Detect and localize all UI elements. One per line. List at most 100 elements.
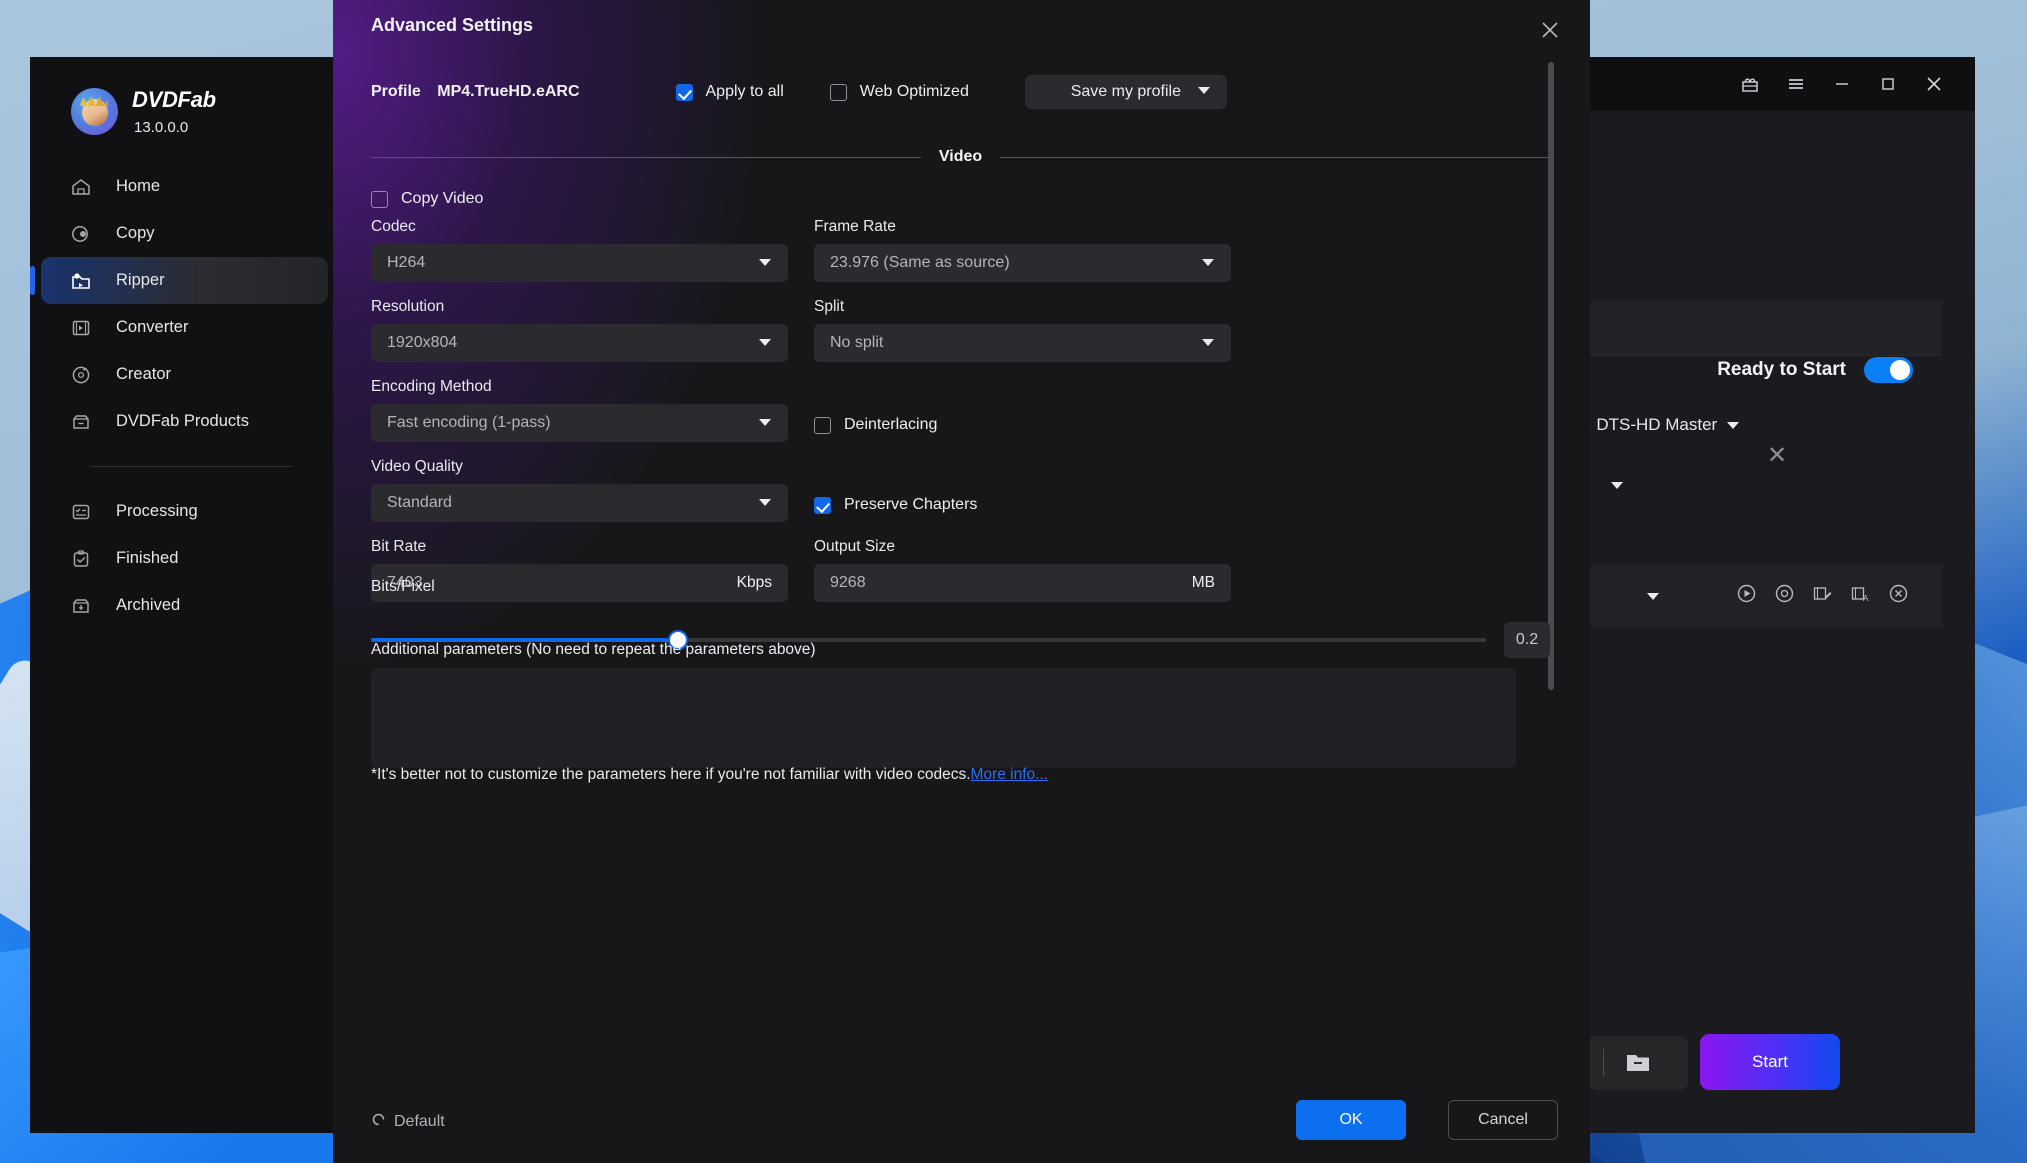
gift-icon[interactable] <box>1727 63 1773 105</box>
section-title: Video <box>938 148 983 165</box>
encoding-method-value: Fast encoding (1-pass) <box>387 414 551 431</box>
audio-track-selector[interactable]: o | DTS-HD Master <box>1573 415 1740 435</box>
sidebar-item-converter[interactable]: Converter <box>41 304 328 351</box>
divider-line <box>1000 156 1550 158</box>
resolution-select[interactable]: 1920x804 <box>371 324 788 362</box>
brand: DVDFab 13.0.0.0 <box>30 57 335 135</box>
preserve-chapters-wrap: Preserve Chapters <box>814 458 1231 522</box>
encoding-method-field: Encoding Method Fast encoding (1-pass) <box>371 378 788 442</box>
sidebar-item-label: Finished <box>116 549 179 567</box>
sidebar-item-archived[interactable]: Archived <box>41 582 328 629</box>
ready-to-start-label: Ready to Start <box>1717 359 1846 380</box>
encoding-method-label: Encoding Method <box>371 378 492 395</box>
chevron-down-icon <box>1610 481 1623 489</box>
save-my-profile-button[interactable]: Save my profile <box>1024 75 1227 109</box>
ready-to-start-toggle[interactable] <box>1864 357 1913 383</box>
apply-to-all-checkbox[interactable]: Apply to all <box>675 83 784 101</box>
sidebar: DVDFab 13.0.0.0 Home Copy Ripper Convert… <box>30 57 335 1133</box>
sidebar-item-home[interactable]: Home <box>41 163 328 210</box>
video-quality-select[interactable]: Standard <box>371 484 788 522</box>
sidebar-item-ripper[interactable]: Ripper <box>30 257 328 304</box>
resolution-value: 1920x804 <box>387 334 458 351</box>
split-value: No split <box>830 334 884 351</box>
remove-circle-icon[interactable] <box>1888 583 1909 609</box>
sidebar-item-creator[interactable]: Creator <box>41 351 328 398</box>
close-icon[interactable] <box>1911 63 1957 105</box>
apply-to-all-label: Apply to all <box>705 83 784 100</box>
web-optimized-checkbox[interactable]: Web Optimized <box>829 83 969 101</box>
hamburger-menu-icon[interactable] <box>1773 63 1819 105</box>
disc-circle-icon[interactable] <box>1774 583 1795 609</box>
sidebar-item-label: Processing <box>116 502 198 520</box>
deinterlacing-wrap: Deinterlacing <box>814 378 1231 442</box>
copy-video-checkbox[interactable]: Copy Video <box>371 190 483 208</box>
ok-button[interactable]: OK <box>1296 1100 1406 1140</box>
close-icon[interactable] <box>1532 12 1568 48</box>
field-row: Video Quality Standard Preserve Chapters <box>371 458 1516 522</box>
video-quality-field: Video Quality Standard <box>371 458 788 522</box>
split-select[interactable]: No split <box>814 324 1231 362</box>
chevron-down-icon[interactable] <box>1647 592 1659 600</box>
play-circle-icon[interactable] <box>1736 583 1757 609</box>
frame-rate-select[interactable]: 23.976 (Same as source) <box>814 244 1231 282</box>
field-row: Resolution 1920x804 Split No split <box>371 298 1516 362</box>
additional-parameters-textarea[interactable] <box>371 668 1516 768</box>
sidebar-nav: Home Copy Ripper Converter Creator DVDFa… <box>30 163 335 629</box>
video-settings-grid: Codec H264 Frame Rate 23.976 (Same as so… <box>371 218 1516 618</box>
chevron-down-icon <box>1202 339 1214 346</box>
chevron-down-icon <box>759 419 771 426</box>
minimize-icon[interactable] <box>1819 63 1865 105</box>
start-button[interactable]: Start <box>1700 1034 1840 1090</box>
chevron-down-icon <box>759 339 771 346</box>
preserve-chapters-label: Preserve Chapters <box>844 496 978 513</box>
output-folder-button[interactable] <box>1588 1036 1688 1090</box>
reset-arc-icon <box>371 1112 386 1132</box>
more-info-link[interactable]: More info... <box>971 766 1049 783</box>
copy-video-label: Copy Video <box>401 190 484 207</box>
divider-line <box>371 156 921 158</box>
sidebar-item-copy[interactable]: Copy <box>41 210 328 257</box>
cancel-button-label: Cancel <box>1478 1111 1528 1128</box>
cancel-button[interactable]: Cancel <box>1448 1100 1558 1140</box>
split-field: Split No split <box>814 298 1231 362</box>
chevron-down-icon <box>759 259 771 266</box>
bits-per-pixel-value: 0.2 <box>1504 622 1550 658</box>
default-button[interactable]: Default <box>371 1112 445 1132</box>
deinterlacing-checkbox[interactable]: Deinterlacing <box>814 416 937 434</box>
codec-select[interactable]: H264 <box>371 244 788 282</box>
split-label: Split <box>814 298 845 315</box>
additional-parameters-note: *It's better not to customize the parame… <box>371 766 1048 784</box>
sidebar-item-label: DVDFab Products <box>116 412 249 430</box>
checkbox-unchecked-icon <box>371 190 388 208</box>
start-button-label: Start <box>1752 1052 1788 1071</box>
video-edit-icon[interactable] <box>1812 583 1833 609</box>
sidebar-item-finished[interactable]: Finished <box>41 535 328 582</box>
chevron-down-icon <box>759 499 771 506</box>
disc-copy-icon <box>70 223 92 245</box>
chevron-down-icon <box>1727 421 1740 429</box>
sidebar-item-label: Archived <box>116 596 181 614</box>
preserve-chapters-checkbox[interactable]: Preserve Chapters <box>814 496 977 514</box>
checkbox-checked-icon <box>675 83 693 101</box>
profile-label: Profile <box>371 83 421 100</box>
disc-creator-icon <box>70 364 92 386</box>
encoding-method-select[interactable]: Fast encoding (1-pass) <box>371 404 788 442</box>
field-row: Codec H264 Frame Rate 23.976 (Same as so… <box>371 218 1516 282</box>
svg-text:A: A <box>1863 594 1869 603</box>
bit-rate-label: Bit Rate <box>371 538 427 555</box>
maximize-icon[interactable] <box>1865 63 1911 105</box>
video-section-divider: Video <box>371 148 1550 166</box>
checkbox-unchecked-icon <box>814 416 831 434</box>
remove-track-icon[interactable]: ✕ <box>1767 441 1787 470</box>
sidebar-item-label: Ripper <box>116 271 165 289</box>
advanced-settings-dialog: Advanced Settings Profile MP4.TrueHD.eAR… <box>333 0 1590 1163</box>
codec-value: H264 <box>387 254 426 271</box>
home-icon <box>70 176 92 198</box>
ready-to-start-row: Ready to Start <box>1717 357 1913 383</box>
sidebar-item-dvdfab-products[interactable]: DVDFab Products <box>41 398 328 445</box>
resolution-field: Resolution 1920x804 <box>371 298 788 362</box>
sidebar-item-processing[interactable]: Processing <box>41 488 328 535</box>
deinterlacing-label: Deinterlacing <box>844 416 938 433</box>
video-subtitle-icon[interactable]: A <box>1850 583 1871 609</box>
resolution-label: Resolution <box>371 298 445 315</box>
